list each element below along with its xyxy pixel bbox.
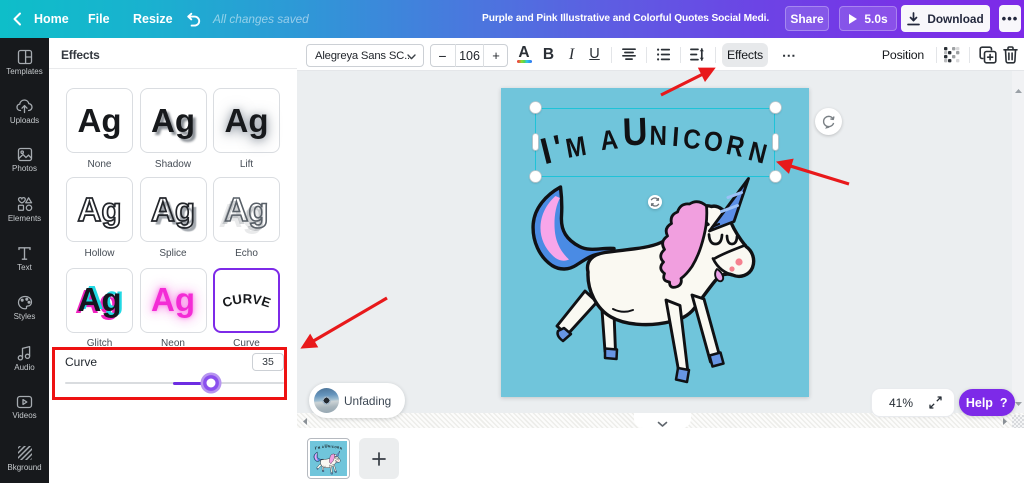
svg-text:CURVE: CURVE xyxy=(220,291,272,310)
